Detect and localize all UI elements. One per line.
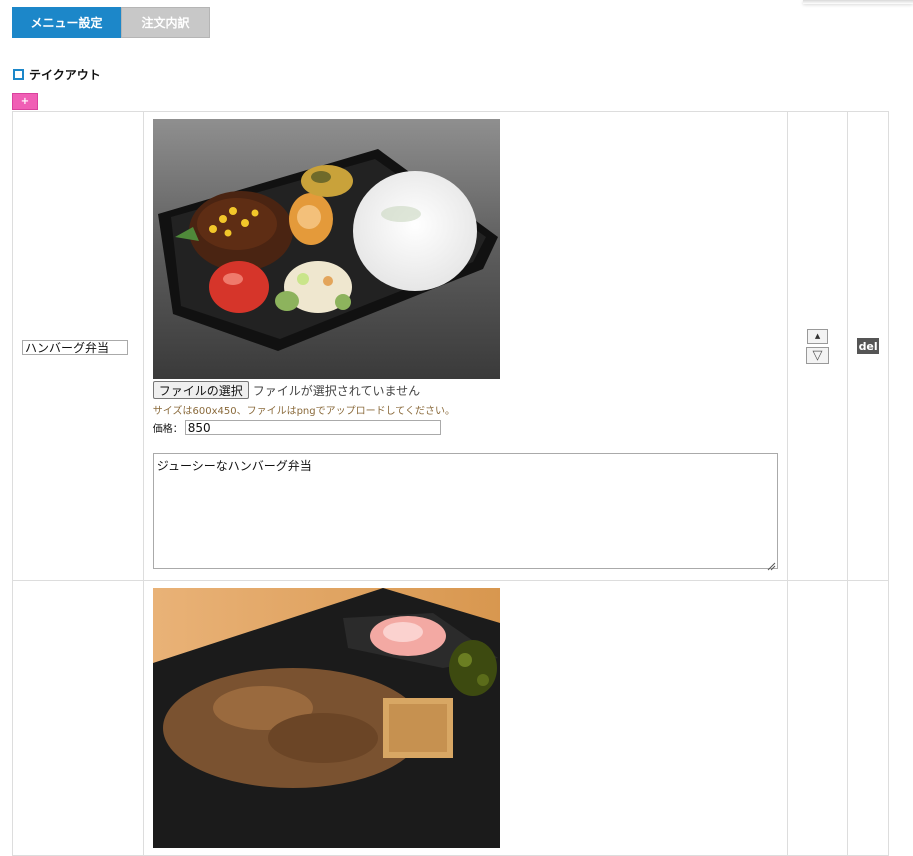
window-edge-shadow [803, 0, 913, 4]
name-cell [12, 580, 144, 856]
table-row: ファイルの選択 ファイルが選択されていません サイズは600x450、ファイルは… [12, 111, 889, 581]
delete-button[interactable]: del [857, 338, 880, 354]
image-size-note: サイズは600x450、ファイルはpngでアップロードしてください。 [152, 406, 456, 417]
add-item-button[interactable]: + [12, 93, 38, 110]
order-cell: ▲ ▽ [786, 111, 849, 581]
hamburg-bento-photo [152, 119, 500, 379]
square-bullet-icon [13, 69, 24, 80]
section-title: テイクアウト [29, 68, 101, 82]
order-cell [786, 580, 849, 856]
delete-cell [847, 580, 889, 856]
price-label: 価格： [152, 424, 183, 435]
description-textarea[interactable]: ジューシーなハンバーグ弁当 [152, 453, 778, 569]
menu-table: ファイルの選択 ファイルが選択されていません サイズは600x450、ファイルは… [12, 111, 889, 856]
resize-handle-icon[interactable] [767, 562, 776, 571]
table-row [12, 580, 889, 856]
price-input[interactable] [184, 420, 441, 435]
file-upload-row: ファイルの選択 ファイルが選択されていません [152, 381, 778, 399]
section-heading: テイクアウト [13, 66, 101, 83]
detail-cell [142, 580, 788, 856]
file-status-text: ファイルが選択されていません [252, 383, 421, 398]
price-row: 価格： [153, 420, 778, 435]
name-cell [12, 111, 144, 581]
move-down-button[interactable]: ▽ [806, 346, 830, 364]
tab-menu-settings[interactable]: メニュー設定 [12, 7, 121, 38]
gyudon-bento-photo [152, 588, 500, 848]
delete-cell: del [847, 111, 889, 581]
tab-bar: メニュー設定 注文内訳 [12, 7, 210, 38]
detail-cell: ファイルの選択 ファイルが選択されていません サイズは600x450、ファイルは… [142, 111, 788, 581]
move-up-button[interactable]: ▲ [807, 328, 829, 344]
tab-order-details[interactable]: 注文内訳 [121, 7, 210, 38]
file-select-button[interactable]: ファイルの選択 [152, 381, 249, 399]
item-name-input[interactable] [22, 339, 128, 355]
